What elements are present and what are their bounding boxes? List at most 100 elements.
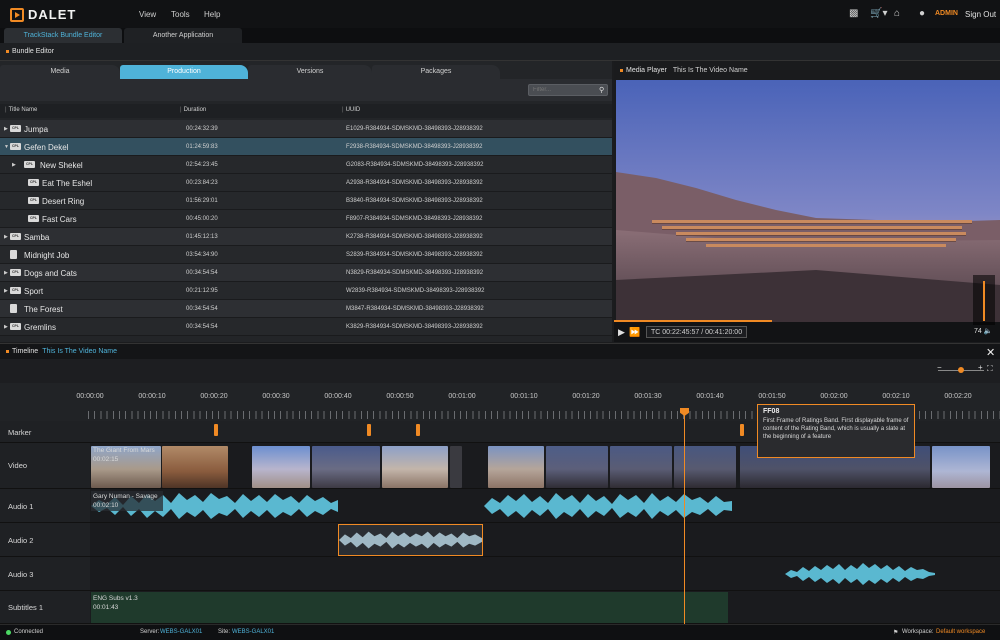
video-thumbnail[interactable] bbox=[382, 446, 448, 488]
video-thumbnail[interactable] bbox=[252, 446, 310, 488]
audio-2-lane[interactable] bbox=[90, 523, 1000, 556]
expand-icon[interactable]: ▶ bbox=[12, 162, 16, 168]
menu-view[interactable]: View bbox=[139, 10, 156, 19]
zoom-slider-handle[interactable] bbox=[958, 367, 964, 373]
video-thumbnail[interactable] bbox=[610, 446, 672, 488]
tab-media[interactable]: Media bbox=[0, 65, 120, 79]
volume-control[interactable]: 74 🔈 bbox=[974, 327, 992, 335]
timeline-title: Timeline bbox=[12, 348, 39, 355]
expand-icon[interactable]: ▶ bbox=[4, 324, 8, 330]
tick-label: 00:00:10 bbox=[138, 393, 166, 400]
zoom-in-icon[interactable]: + bbox=[978, 363, 983, 372]
marker[interactable] bbox=[416, 424, 420, 436]
table-row[interactable]: ▼ CPL Gefen Dekel 01:24:59:83 F2938-R384… bbox=[0, 138, 612, 156]
playback-progress-bar[interactable] bbox=[614, 320, 772, 322]
fullscreen-icon[interactable]: ⛶ bbox=[987, 364, 993, 374]
chat-icon[interactable]: ▩ bbox=[849, 9, 858, 19]
table-row[interactable]: CPL Desert Ring 01:56:29:01 B3840-R38493… bbox=[0, 192, 612, 210]
row-title: Samba bbox=[24, 233, 50, 242]
cart-icon[interactable]: 🛒▾ bbox=[870, 9, 887, 19]
column-uuid[interactable]: UUID bbox=[342, 107, 361, 113]
table-row[interactable]: ▶ CPL Jumpa 00:24:32:39 E1029-R384934-SD… bbox=[0, 120, 612, 138]
server-value: WEBS-GALX01 bbox=[160, 629, 203, 635]
workspace-icon[interactable]: ⚑ bbox=[893, 629, 898, 636]
tick-label: 00:00:50 bbox=[386, 393, 414, 400]
video-frame[interactable] bbox=[616, 80, 1000, 322]
sign-out-link[interactable]: Sign Out bbox=[965, 10, 996, 19]
document-icon bbox=[10, 250, 17, 259]
video-thumbnail[interactable] bbox=[450, 446, 462, 488]
search-icon[interactable]: ⚲ bbox=[599, 86, 604, 94]
waveform bbox=[484, 493, 732, 519]
table-row[interactable]: CPL Eat The Eshel 00:23:84:23 A2938-R384… bbox=[0, 174, 612, 192]
video-thumbnail[interactable] bbox=[546, 446, 608, 488]
expand-icon[interactable]: ▶ bbox=[4, 288, 8, 294]
collapse-icon[interactable]: ▼ bbox=[4, 144, 9, 150]
marker[interactable] bbox=[367, 424, 371, 436]
marker[interactable] bbox=[214, 424, 218, 436]
close-icon[interactable]: ✕ bbox=[986, 346, 995, 359]
video-thumbnail[interactable] bbox=[932, 446, 990, 488]
bundle-icon: CPL bbox=[28, 197, 39, 204]
home-icon[interactable]: ⌂ bbox=[894, 9, 900, 19]
video-thumbnail[interactable] bbox=[488, 446, 544, 488]
column-title-name[interactable]: Title Name bbox=[5, 107, 38, 113]
dalet-logo[interactable]: DALET bbox=[10, 7, 76, 22]
volume-slider[interactable] bbox=[973, 275, 995, 325]
expand-icon[interactable]: ▶ bbox=[4, 234, 8, 240]
tab-production[interactable]: Production bbox=[120, 65, 248, 79]
audio-clip-selected[interactable] bbox=[338, 524, 483, 556]
table-row[interactable]: CPL Fast Cars 00:45:00:20 F8907-R384934-… bbox=[0, 210, 612, 228]
fast-forward-icon[interactable]: ⏩ bbox=[629, 327, 640, 338]
audio-1-clip-timecode: 00:02:10 bbox=[93, 502, 119, 509]
filter-row: ⚲ bbox=[0, 79, 612, 101]
row-duration: 00:45:00:20 bbox=[186, 216, 218, 222]
expand-icon[interactable]: ▶ bbox=[4, 126, 8, 132]
track-label: Audio 3 bbox=[8, 570, 34, 579]
playhead-line[interactable] bbox=[684, 412, 685, 624]
user-name[interactable]: ADMIN bbox=[935, 10, 958, 17]
tab-packages[interactable]: Packages bbox=[372, 65, 500, 79]
table-row[interactable]: ▶ CPL Sport 00:21:12:95 W2839-R384934-SD… bbox=[0, 282, 612, 300]
audio-clip[interactable] bbox=[785, 559, 935, 589]
subtitle-clip[interactable] bbox=[91, 592, 728, 623]
table-row[interactable]: Midnight Job 03:54:34:90 S2839-R384934-S… bbox=[0, 246, 612, 264]
video-clip-timecode: 00:02:15 bbox=[93, 456, 119, 463]
bundle-icon: CPL bbox=[10, 323, 21, 330]
row-uuid: M3847-R384934-SDMSKMD-38498393-J28938392 bbox=[346, 306, 484, 312]
table-row[interactable]: ▶ CPL Gremlins 00:34:54:54 K3829-R384934… bbox=[0, 318, 612, 336]
audio-clip[interactable] bbox=[484, 491, 732, 521]
play-icon[interactable]: ▶ bbox=[618, 327, 625, 338]
expand-icon[interactable]: ▶ bbox=[4, 270, 8, 276]
column-duration[interactable]: Duration bbox=[180, 107, 207, 113]
track-label: Subtitles 1 bbox=[8, 603, 44, 612]
tab-another-application[interactable]: Another Application bbox=[124, 28, 242, 43]
video-thumbnail[interactable] bbox=[162, 446, 228, 488]
table-row[interactable]: ▶ CPL Dogs and Cats 00:34:54:54 N3829-R3… bbox=[0, 264, 612, 282]
workspace-value[interactable]: Default workspace bbox=[936, 629, 985, 635]
tick-label: 00:01:00 bbox=[448, 393, 476, 400]
subtitle-clip-info: ENG Subs v1.3 00:01:43 bbox=[93, 594, 138, 612]
track-label: Marker bbox=[8, 428, 32, 437]
volume-level: 74 bbox=[974, 328, 982, 335]
row-duration: 00:34:54:54 bbox=[186, 324, 218, 330]
video-thumbnail[interactable] bbox=[312, 446, 380, 488]
table-row[interactable]: ▶ CPL Samba 01:45:12:13 K2738-R384934-SD… bbox=[0, 228, 612, 246]
menu-help[interactable]: Help bbox=[204, 10, 220, 19]
user-icon[interactable]: ● bbox=[919, 9, 925, 19]
marker[interactable] bbox=[740, 424, 744, 436]
menu-tools[interactable]: Tools bbox=[171, 10, 190, 19]
video-clip-info: The Giant From Mars 00:02:15 bbox=[93, 446, 155, 464]
filter-input[interactable] bbox=[528, 84, 608, 96]
row-title: Desert Ring bbox=[42, 197, 85, 206]
table-row[interactable]: The Forest 00:34:54:54 M3847-R384934-SDM… bbox=[0, 300, 612, 318]
tab-versions[interactable]: Versions bbox=[248, 65, 372, 79]
bundle-icon: CPL bbox=[10, 143, 21, 150]
app-tabs: TrackStack Bundle Editor Another Applica… bbox=[0, 28, 1000, 43]
row-title: Gefen Dekel bbox=[24, 143, 69, 152]
logo-text: DALET bbox=[28, 7, 77, 22]
tab-trackstack-bundle-editor[interactable]: TrackStack Bundle Editor bbox=[4, 28, 122, 43]
section-dot-icon bbox=[6, 49, 9, 53]
tick-label: 00:01:20 bbox=[572, 393, 600, 400]
table-row[interactable]: ▶ CPL New Shekel 02:54:23:45 G2083-R3849… bbox=[0, 156, 612, 174]
